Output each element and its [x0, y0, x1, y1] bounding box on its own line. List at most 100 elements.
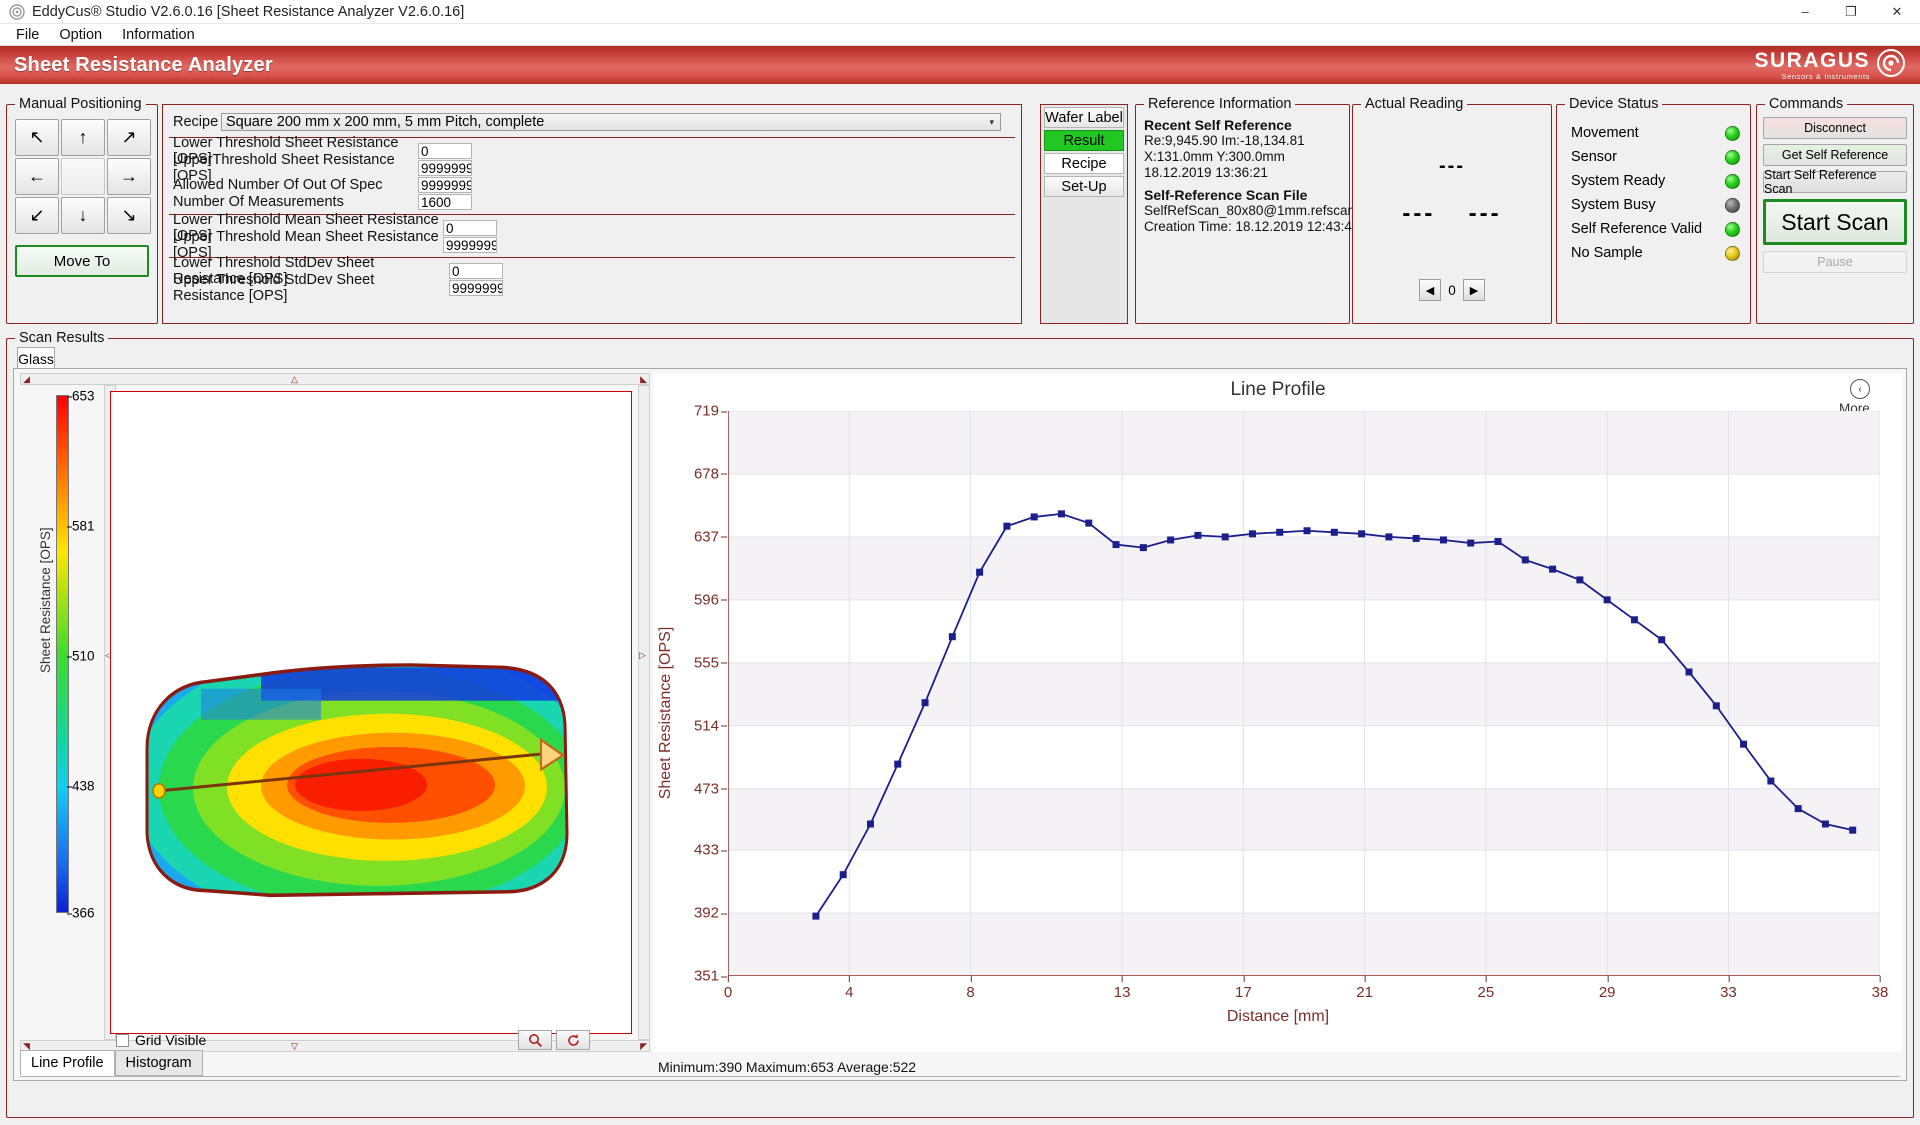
menu-option[interactable]: Option [51, 25, 110, 45]
chevron-down-icon: ▾ [989, 116, 994, 127]
move-to-button[interactable]: Move To [15, 245, 149, 277]
colorbar-tick: 438 [67, 778, 95, 794]
colorbar-axis-title: Sheet Resistance [OPS] [38, 527, 53, 673]
chart-data-point[interactable] [866, 820, 874, 828]
recipe-select-value: Square 200 mm x 200 mm, 5 mm Pitch, comp… [226, 114, 545, 130]
chart-plot-area[interactable]: 351 392 433 473 514 555 596 637 678 719 0 4 8 13 17 21 2… [694, 403, 1888, 1002]
chart-data-point[interactable] [1303, 527, 1311, 535]
chart-data-point[interactable] [1740, 740, 1748, 748]
menu-information[interactable]: Information [114, 25, 203, 45]
disconnect-button[interactable]: Disconnect [1763, 117, 1907, 139]
chart-data-point[interactable] [948, 633, 956, 641]
chart-data-point[interactable] [1358, 530, 1366, 538]
reset-view-button[interactable] [556, 1030, 590, 1050]
profile-line-start-handle[interactable] [152, 782, 166, 799]
chart-data-point[interactable] [1194, 531, 1202, 539]
scan-results-body: Sheet Resistance [OPS] 653 581 510 438 3… [13, 368, 1907, 1081]
chart-data-point[interactable] [1439, 536, 1447, 544]
scroll-up-right-icon[interactable]: ◣ [640, 374, 647, 384]
chart-data-point[interactable] [1712, 702, 1720, 710]
status-row-movement: Movement [1557, 121, 1750, 145]
reading-next-button[interactable]: ▶ [1463, 279, 1485, 301]
lower-threshold-mean-input[interactable]: 0 [443, 219, 497, 236]
scroll-up-left-icon[interactable]: ◢ [23, 374, 30, 384]
scroll-down-right-icon[interactable]: ◤ [640, 1041, 647, 1051]
map-scrollbar-top[interactable]: ◢ △ ◣ [20, 373, 650, 385]
upper-threshold-stddev-input[interactable]: 9999999 [449, 279, 503, 296]
chart-data-point[interactable] [812, 912, 820, 920]
upper-threshold-mean-input[interactable]: 9999999 [443, 236, 497, 253]
move-down-left-button[interactable]: ↙ [15, 197, 59, 234]
chart-data-point[interactable] [839, 871, 847, 879]
chart-data-point[interactable] [1412, 534, 1420, 542]
menu-file[interactable]: File [8, 25, 47, 45]
chart-data-point[interactable] [1276, 528, 1284, 536]
zoom-tool-button[interactable] [518, 1030, 552, 1050]
grid-visible-control[interactable]: Grid Visible [116, 1032, 206, 1048]
tab-glass[interactable]: Glass [17, 347, 55, 369]
chart-data-point[interactable] [1030, 513, 1038, 521]
reading-prev-button[interactable]: ◀ [1419, 279, 1441, 301]
tab-line-profile[interactable]: Line Profile [20, 1050, 115, 1076]
get-self-reference-button[interactable]: Get Self Reference [1763, 144, 1907, 166]
chart-data-point[interactable] [1057, 510, 1065, 518]
chart-data-point[interactable] [1330, 528, 1338, 536]
chart-data-point[interactable] [1630, 616, 1638, 624]
chart-data-point[interactable] [1658, 636, 1666, 644]
wafer-map-canvas[interactable] [110, 391, 632, 1034]
self-reference-scan-file-heading: Self-Reference Scan File [1144, 187, 1308, 203]
scan-statistics: Minimum:390 Maximum:653 Average:522 [658, 1059, 917, 1075]
start-self-reference-scan-button[interactable]: Start Self Reference Scan [1763, 168, 1907, 196]
tab-wafer-label[interactable]: Wafer Label [1044, 107, 1124, 128]
chart-data-point[interactable] [1385, 533, 1393, 541]
number-of-measurements-input[interactable]: 1600 [418, 193, 472, 210]
chart-data-point[interactable] [1849, 826, 1857, 834]
move-up-left-button[interactable]: ↖ [15, 119, 59, 156]
chart-data-point[interactable] [976, 568, 984, 576]
minimize-button[interactable]: – [1782, 0, 1828, 24]
chart-data-point[interactable] [1003, 522, 1011, 530]
lower-threshold-stddev-input[interactable]: 0 [449, 262, 503, 279]
upper-threshold-sheet-resistance-input[interactable]: 9999999 [418, 159, 472, 176]
tab-recipe[interactable]: Recipe [1044, 153, 1124, 174]
allowed-out-of-spec-input[interactable]: 9999999 [418, 176, 472, 193]
move-up-button[interactable]: ↑ [61, 119, 105, 156]
scroll-right-icon[interactable]: ▷ [639, 650, 646, 660]
grid-visible-checkbox[interactable] [116, 1033, 129, 1047]
chart-data-point[interactable] [1521, 556, 1529, 564]
start-scan-button[interactable]: Start Scan [1763, 199, 1907, 245]
chart-data-point[interactable] [1685, 668, 1693, 676]
chart-data-point[interactable] [1821, 820, 1829, 828]
move-right-button[interactable]: → [107, 158, 151, 195]
chart-data-point[interactable] [894, 760, 902, 768]
move-down-right-button[interactable]: ↘ [107, 197, 151, 234]
tab-setup[interactable]: Set-Up [1044, 176, 1124, 197]
chart-data-point[interactable] [1085, 519, 1093, 527]
tab-result[interactable]: Result [1044, 130, 1124, 151]
move-left-button[interactable]: ← [15, 158, 59, 195]
scroll-down-icon[interactable]: ▽ [291, 1041, 298, 1051]
chart-data-point[interactable] [921, 699, 929, 707]
chart-data-point[interactable] [1494, 538, 1502, 546]
chart-data-point[interactable] [1767, 777, 1775, 785]
recipe-select[interactable]: Square 200 mm x 200 mm, 5 mm Pitch, comp… [221, 113, 1001, 131]
chart-data-point[interactable] [1167, 536, 1175, 544]
chart-data-point[interactable] [1603, 596, 1611, 604]
maximize-button[interactable]: ❐ [1828, 0, 1874, 24]
close-button[interactable]: ✕ [1874, 0, 1920, 24]
tab-histogram[interactable]: Histogram [114, 1050, 203, 1076]
chart-data-point[interactable] [1467, 539, 1475, 547]
chart-x-tick: 25 [1478, 976, 1494, 1001]
chart-data-point[interactable] [1112, 541, 1120, 549]
move-down-button[interactable]: ↓ [61, 197, 105, 234]
lower-threshold-sheet-resistance-input[interactable]: 0 [418, 142, 472, 159]
chart-data-point[interactable] [1139, 544, 1147, 552]
chart-data-point[interactable] [1794, 805, 1802, 813]
chart-data-point[interactable] [1221, 533, 1229, 541]
chart-data-point[interactable] [1248, 530, 1256, 538]
chart-data-point[interactable] [1549, 565, 1557, 573]
map-scrollbar-right[interactable]: ▷ [638, 385, 650, 1040]
scroll-up-icon[interactable]: △ [291, 374, 298, 384]
move-up-right-button[interactable]: ↗ [107, 119, 151, 156]
chart-data-point[interactable] [1576, 576, 1584, 584]
